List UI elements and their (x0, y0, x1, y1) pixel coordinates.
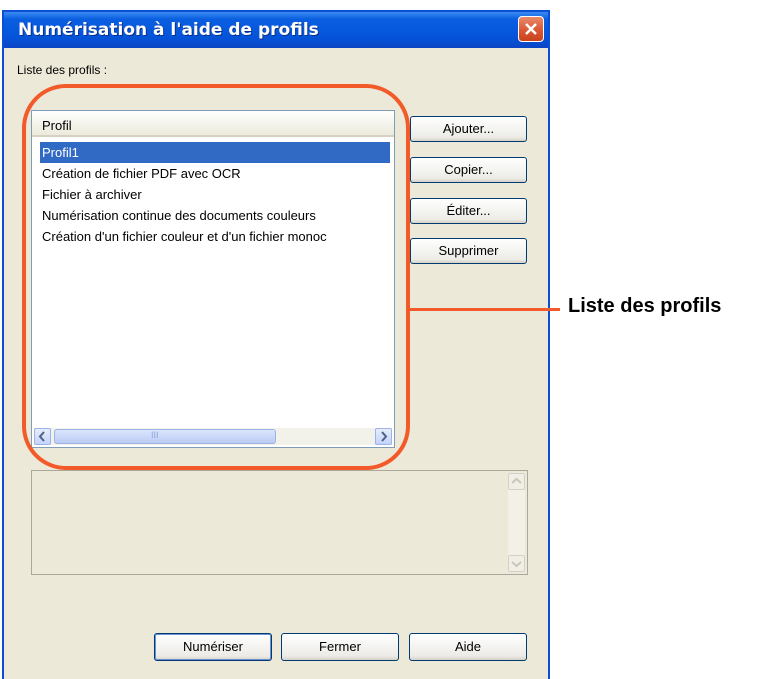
callout-label: Liste des profils (568, 295, 722, 317)
window-title: Numérisation à l'aide de profils (18, 20, 319, 40)
edit-button[interactable]: Éditer... (410, 198, 527, 224)
arrow-down-icon (511, 561, 522, 568)
callout-leader-line (410, 308, 560, 311)
title-bar[interactable]: Numérisation à l'aide de profils (4, 12, 548, 48)
help-button[interactable]: Aide (409, 633, 527, 661)
delete-button[interactable]: Supprimer (410, 238, 527, 264)
arrow-up-icon (511, 477, 522, 484)
scroll-down-button (508, 555, 525, 572)
add-button[interactable]: Ajouter... (410, 116, 527, 142)
vertical-scrollbar (508, 473, 525, 572)
scroll-up-button (508, 473, 525, 490)
close-window-button[interactable] (518, 16, 544, 42)
callout-highlight (22, 84, 410, 470)
copy-button[interactable]: Copier... (410, 157, 527, 183)
close-button[interactable]: Fermer (281, 633, 399, 661)
profile-list-label: Liste des profils : (17, 63, 108, 77)
close-icon (525, 23, 537, 35)
profile-description-box (31, 470, 528, 575)
scan-button[interactable]: Numériser (154, 633, 272, 661)
